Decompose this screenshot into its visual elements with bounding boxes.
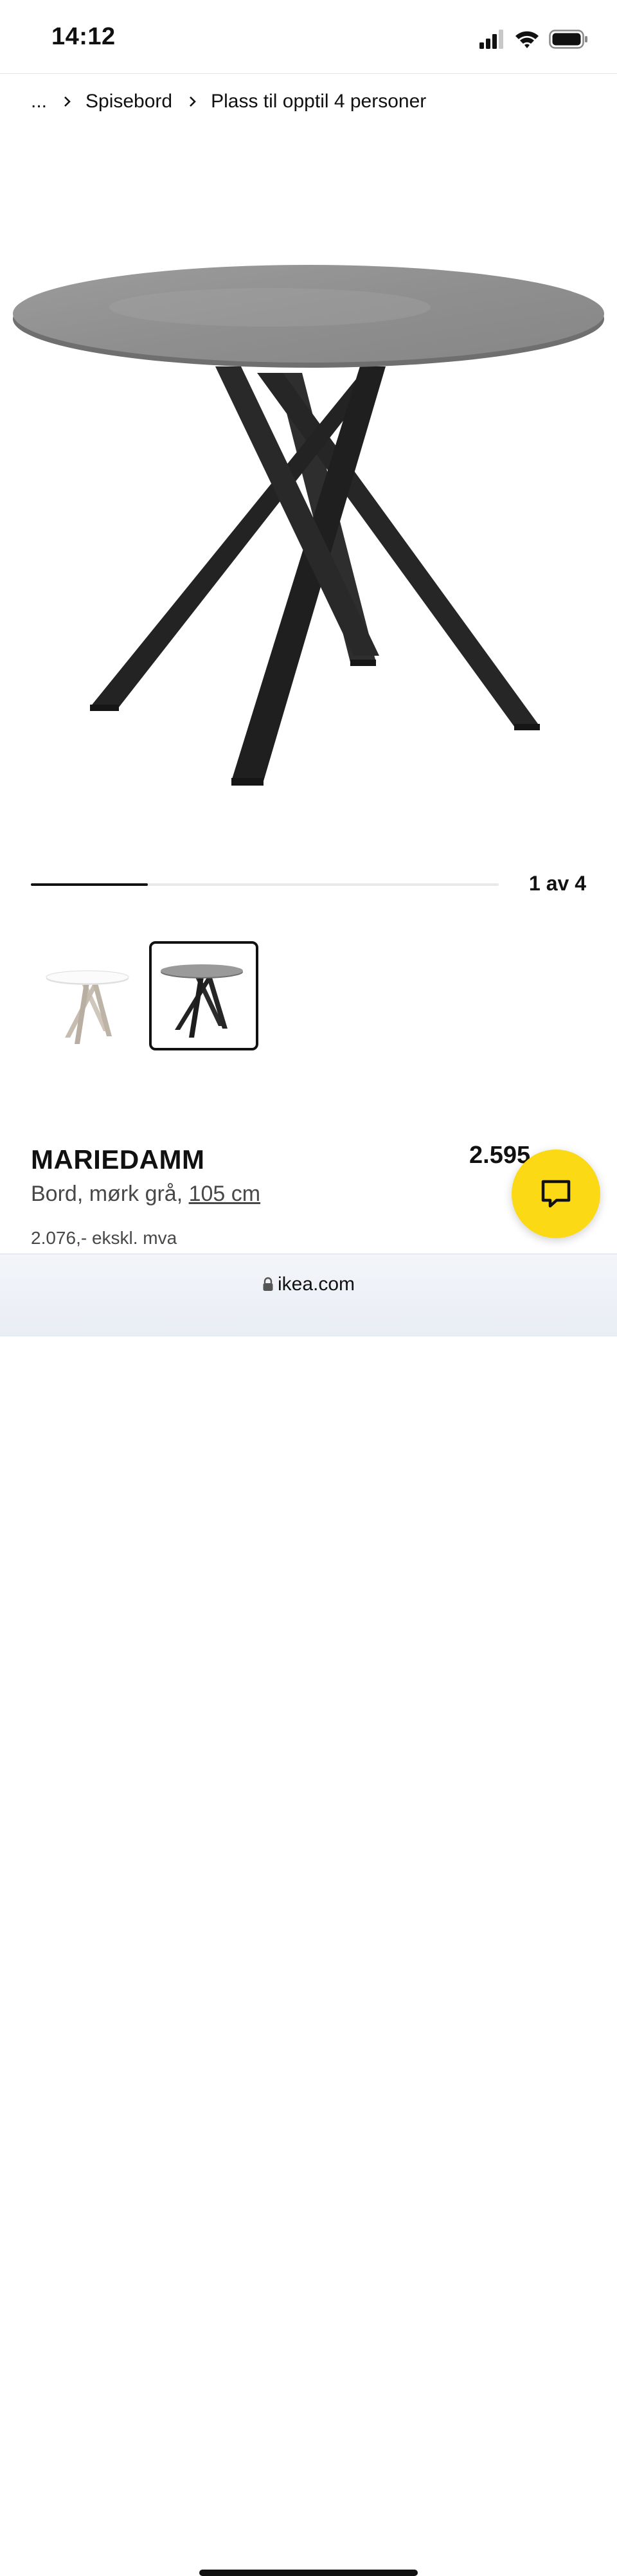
battery-icon (549, 30, 587, 49)
breadcrumb: ... Spisebord Plass til opptil 4 persone… (31, 87, 426, 116)
chat-icon (541, 1180, 571, 1208)
chat-button[interactable] (512, 1149, 600, 1238)
product-image-main[interactable] (0, 161, 617, 804)
gallery-progress-track (31, 883, 499, 886)
status-time: 14:12 (51, 23, 116, 50)
product-name: MARIEDAMM (31, 1144, 205, 1175)
status-icons (479, 28, 589, 50)
thumbnail-white-variant[interactable] (35, 941, 144, 1050)
wifi-icon (515, 31, 539, 48)
product-size-link[interactable]: 105 cm (189, 1182, 261, 1206)
browser-url-bar[interactable]: ikea.com (0, 1254, 617, 2576)
signal-icon (479, 30, 503, 49)
product-description-text: Bord, mørk grå, (31, 1182, 189, 1206)
breadcrumb-ellipsis[interactable]: ... (31, 91, 47, 113)
gallery-progress-fill (31, 883, 148, 886)
product-description: Bord, mørk grå, 105 cm (31, 1182, 260, 1207)
home-indicator[interactable] (199, 2570, 418, 2576)
price-excl-vat: 2.076,- ekskl. mva (31, 1228, 177, 1248)
status-bar: 14:12 (0, 0, 617, 74)
breadcrumb-item-spisebord[interactable]: Spisebord (85, 91, 172, 113)
url-display[interactable]: ikea.com (0, 1274, 617, 1295)
gallery-counter: 1 av 4 (529, 872, 586, 895)
breadcrumb-item-current[interactable]: Plass til opptil 4 personer (211, 91, 426, 113)
chevron-right-icon (64, 95, 71, 108)
url-domain: ikea.com (277, 1274, 355, 1295)
lock-icon (263, 1277, 273, 1291)
thumbnail-dark-grey-variant[interactable] (149, 941, 258, 1050)
chevron-right-icon (189, 95, 197, 108)
